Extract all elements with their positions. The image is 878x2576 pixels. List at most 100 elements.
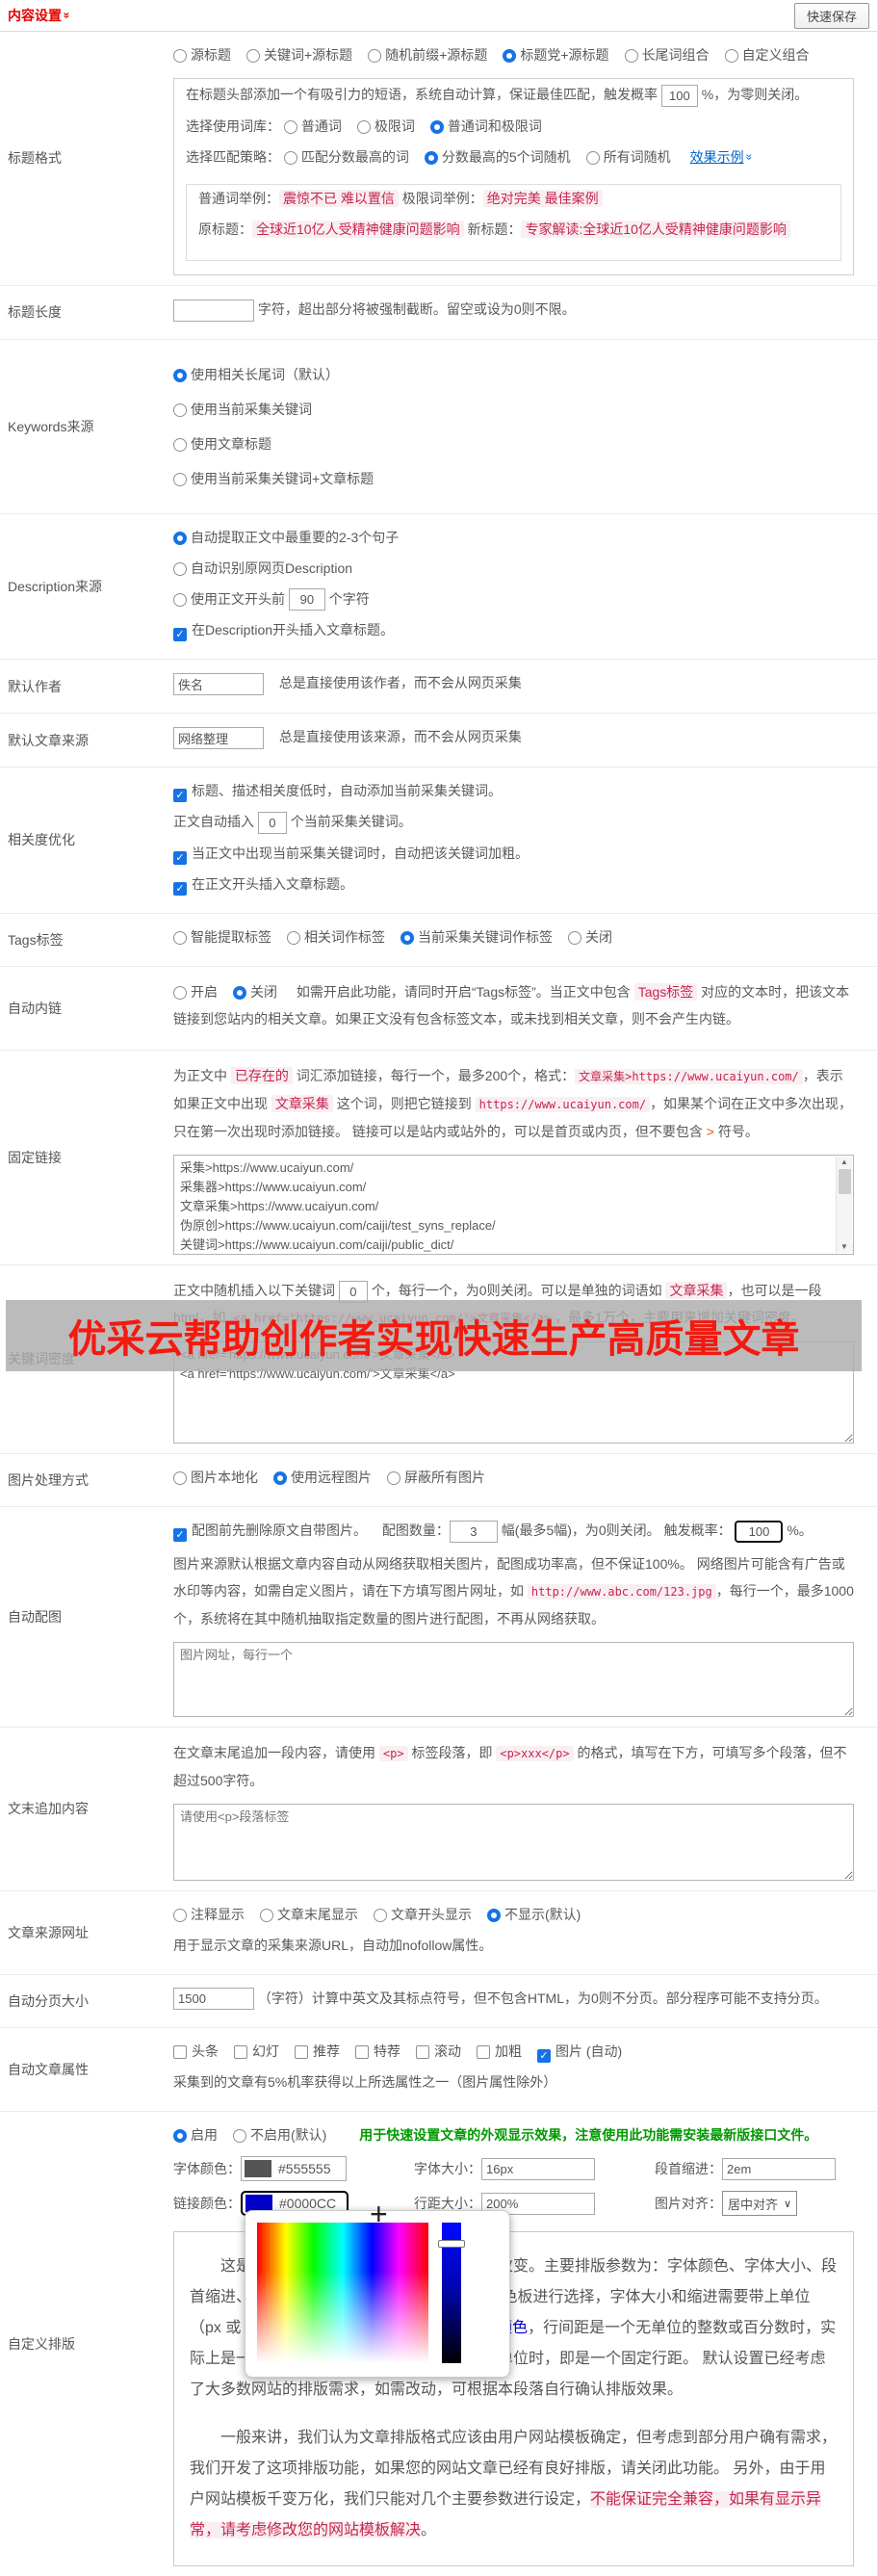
radio-icon[interactable] [233, 2129, 246, 2144]
radio-icon[interactable] [173, 1908, 187, 1922]
title-length-input[interactable] [173, 299, 254, 322]
checkbox-option[interactable]: 头条 [173, 2043, 219, 2060]
radio-option[interactable]: 自定义组合 [724, 47, 810, 63]
radio-icon[interactable] [356, 119, 371, 134]
radio-icon[interactable] [173, 2129, 187, 2144]
default-author-input[interactable] [173, 673, 264, 696]
radio-icon[interactable] [233, 985, 246, 1000]
radio-option[interactable]: 注释显示 [173, 1907, 245, 1922]
radio-icon[interactable] [173, 472, 187, 486]
checkbox-icon[interactable] [537, 2049, 551, 2064]
radio-option[interactable]: 关闭 [568, 929, 612, 945]
relevance-insert-count-input[interactable] [257, 811, 287, 834]
radio-option[interactable]: 长尾词组合 [624, 47, 710, 63]
font-color-swatch[interactable] [245, 2160, 271, 2178]
radio-option[interactable]: 使用文章标题 [173, 434, 854, 454]
trigger-probability-input[interactable] [660, 84, 698, 107]
relevance-checkbox-1[interactable]: 标题、描述相关度低时，自动添加当前采集关键词。 [173, 779, 854, 802]
shade-slider-handle[interactable] [438, 2240, 465, 2249]
scrollbar-up-arrow[interactable]: ▲ [840, 1158, 848, 1167]
checkbox-option[interactable]: 图片 (自动) [537, 2043, 622, 2064]
chevron-down-icon[interactable]: » [60, 13, 73, 19]
radio-option[interactable]: 关闭 [233, 984, 277, 1000]
color-picker-crosshair[interactable]: + [370, 2199, 388, 2229]
radio-icon[interactable] [585, 150, 600, 165]
checkbox-option[interactable]: 特荐 [355, 2043, 400, 2060]
default-source-input[interactable] [173, 726, 264, 749]
radio-option[interactable]: 使用当前采集关键词 [173, 400, 854, 419]
radio-option[interactable]: 启用 [173, 2127, 218, 2144]
relevance-checkbox-3[interactable]: 在正文开头插入文章标题。 [173, 872, 854, 896]
checkbox-option[interactable]: 滚动 [416, 2043, 461, 2060]
radio-option[interactable]: 开启 [173, 984, 218, 1000]
radio-icon[interactable] [387, 1470, 400, 1485]
checkbox-icon[interactable] [477, 2045, 490, 2060]
radio-icon[interactable] [724, 49, 738, 63]
radio-option[interactable]: 随机前缀+源标题 [368, 47, 487, 63]
radio-icon[interactable] [283, 119, 297, 134]
radio-icon[interactable] [173, 592, 187, 607]
checkbox-icon[interactable] [173, 628, 187, 642]
radio-option[interactable]: 不启用(默认) [233, 2127, 326, 2144]
radio-option[interactable]: 关键词+源标题 [246, 47, 352, 63]
checkbox-icon[interactable] [173, 850, 187, 865]
radio-option[interactable]: 当前采集关键词作标签 [400, 929, 553, 945]
radio-icon[interactable] [429, 119, 444, 134]
radio-option[interactable]: 普通词和极限词 [429, 118, 542, 134]
radio-icon[interactable] [173, 437, 187, 452]
radio-icon[interactable] [173, 561, 187, 576]
radio-option[interactable]: 使用相关长尾词（默认） [173, 365, 854, 384]
color-shade-bar[interactable] [438, 2223, 465, 2364]
desc-option-2[interactable]: 自动识别原网页Description [173, 557, 854, 580]
radio-option[interactable]: 普通词 [283, 118, 342, 134]
checkbox-icon[interactable] [355, 2045, 369, 2060]
checkbox-icon[interactable] [173, 788, 187, 802]
radio-option[interactable]: 匹配分数最高的词 [283, 149, 409, 165]
checkbox-icon[interactable] [173, 881, 187, 896]
radio-icon[interactable] [273, 1470, 287, 1485]
radio-icon[interactable] [487, 1908, 501, 1922]
effect-example-link[interactable]: 效果示例» [690, 149, 756, 165]
desc-option-3[interactable]: 使用正文开头前 个字符 [173, 587, 854, 611]
radio-option[interactable]: 智能提取标签 [173, 929, 271, 945]
radio-icon[interactable] [246, 49, 260, 63]
checkbox-icon[interactable] [295, 2045, 308, 2060]
radio-icon[interactable] [173, 368, 187, 382]
radio-option[interactable]: 使用当前采集关键词+文章标题 [173, 469, 854, 488]
radio-icon[interactable] [568, 930, 581, 945]
radio-icon[interactable] [287, 930, 300, 945]
desc-option-1[interactable]: 自动提取正文中最重要的2-3个句子 [173, 526, 854, 549]
font-color-picker-group[interactable]: #555555 [241, 2156, 347, 2182]
fixed-links-textarea[interactable]: 采集>https://www.ucaiyun.com/ 采集器>https://… [173, 1154, 854, 1255]
radio-option[interactable]: 文章末尾显示 [260, 1907, 358, 1922]
checkbox-option[interactable]: 推荐 [295, 2043, 340, 2060]
radio-icon[interactable] [624, 49, 638, 63]
relevance-checkbox-2[interactable]: 当正文中出现当前采集关键词时，自动把该关键词加粗。 [173, 842, 854, 865]
font-color-value[interactable]: #555555 [274, 2161, 346, 2176]
link-color-value[interactable]: #0000CC [275, 2196, 347, 2211]
radio-icon[interactable] [173, 930, 187, 945]
radio-option[interactable]: 极限词 [356, 118, 415, 134]
radio-option[interactable]: 不显示(默认) [487, 1907, 581, 1922]
radio-option[interactable]: 分数最高的5个词随机 [424, 149, 571, 165]
checkbox-icon[interactable] [234, 2045, 247, 2060]
auto-image-delete-checkbox[interactable]: 配图前先删除原文自带图片。 [173, 1522, 367, 1542]
auto-image-probability-input[interactable] [735, 1520, 784, 1543]
radio-icon[interactable] [424, 150, 438, 165]
radio-option[interactable]: 所有词随机 [585, 149, 671, 165]
checkbox-icon[interactable] [416, 2045, 429, 2060]
radio-option[interactable]: 屏蔽所有图片 [387, 1470, 485, 1485]
radio-icon[interactable] [173, 403, 187, 417]
radio-icon[interactable] [173, 985, 187, 1000]
checkbox-option[interactable]: 幻灯 [234, 2043, 279, 2060]
radio-icon[interactable] [400, 930, 414, 945]
indent-input[interactable] [722, 2157, 836, 2180]
radio-icon[interactable] [173, 1470, 187, 1485]
radio-icon[interactable] [173, 531, 187, 545]
radio-icon[interactable] [374, 1908, 387, 1922]
checkbox-icon[interactable] [173, 2045, 187, 2060]
checkbox-icon[interactable] [173, 1527, 187, 1542]
scrollbar-thumb[interactable] [838, 1168, 851, 1194]
paging-size-input[interactable] [173, 1988, 254, 2011]
radio-option[interactable]: 图片本地化 [173, 1470, 258, 1485]
